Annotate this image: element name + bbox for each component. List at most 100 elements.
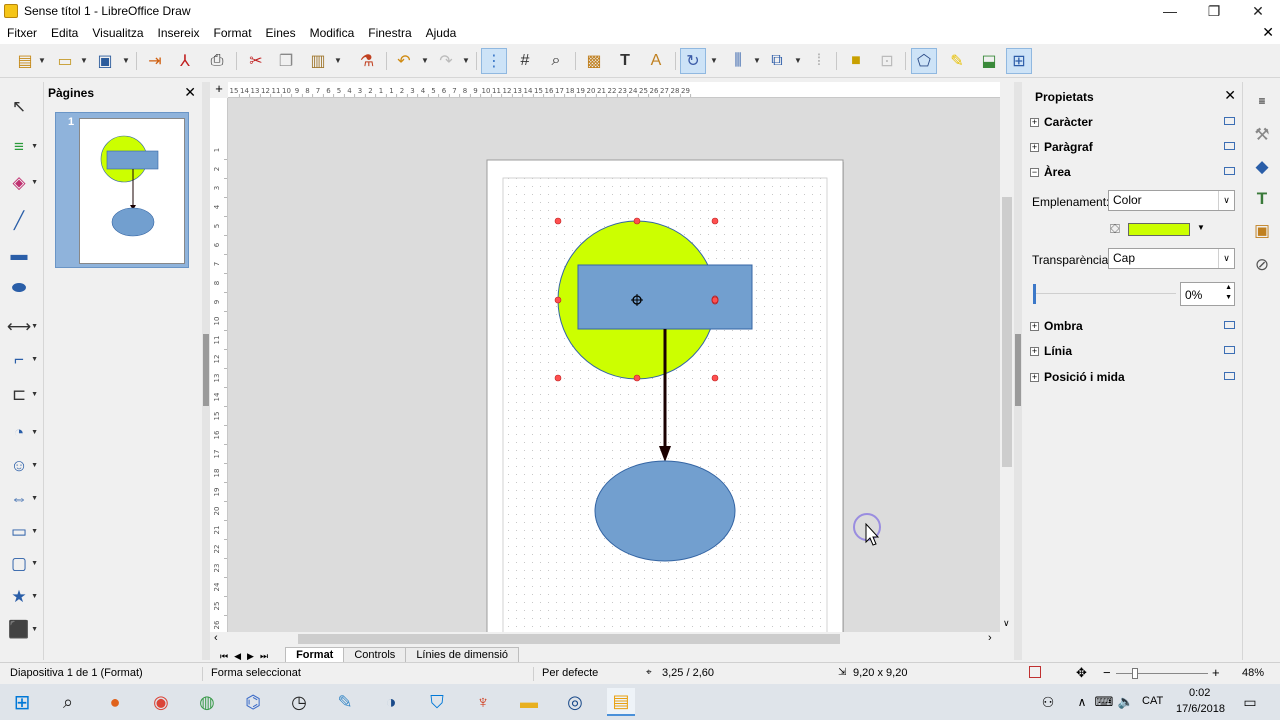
clone-formatting-icon[interactable]: ⚗	[354, 48, 380, 74]
shadow-icon[interactable]: ■	[843, 48, 869, 74]
navigator-deck-icon[interactable]: ⊘	[1249, 252, 1275, 278]
horizontal-scrollbar[interactable]: ‹ ›	[210, 632, 1014, 646]
line-color-icon[interactable]: ≡ ▼	[4, 134, 38, 160]
transparency-percent-field[interactable]: 0% ▲ ▼	[1180, 282, 1235, 306]
redo-icon[interactable]: ↷	[433, 48, 459, 74]
media-app-icon[interactable]: ◑	[377, 688, 405, 716]
rotate-icon[interactable]: ↻	[680, 48, 706, 74]
last-tab-icon[interactable]: ⏭	[260, 651, 268, 662]
section-character[interactable]: + Caràcter	[1030, 111, 1240, 133]
more-options-icon[interactable]	[1224, 117, 1235, 125]
file-explorer-icon[interactable]: ▬	[515, 688, 543, 716]
shapes-deck-icon[interactable]: ◆	[1249, 154, 1275, 180]
drawing-svg[interactable]	[228, 98, 1000, 632]
helplines-icon[interactable]: #	[512, 48, 538, 74]
chevron-down-icon[interactable]: ▼	[1197, 223, 1205, 232]
section-line[interactable]: + Línia	[1030, 340, 1240, 362]
zoom-icon[interactable]: ⌕	[543, 48, 569, 74]
align-icon[interactable]: ⫼	[725, 48, 751, 74]
minimize-button[interactable]: —	[1148, 0, 1192, 22]
style-status[interactable]: Per defecte	[542, 667, 598, 679]
drawing-canvas[interactable]	[228, 98, 1000, 632]
print-icon[interactable]: ⎙	[204, 48, 230, 74]
document-modified-icon[interactable]	[1029, 666, 1041, 678]
expand-icon[interactable]: +	[1030, 346, 1039, 356]
chevron-down-icon[interactable]: ▼	[122, 56, 130, 65]
ellipse-tool-icon[interactable]: ⬬	[4, 275, 34, 301]
fill-type-select[interactable]: Color ∨	[1108, 190, 1235, 211]
styles-deck-icon[interactable]: T	[1249, 186, 1275, 212]
cut-icon[interactable]: ✂	[243, 48, 269, 74]
section-position-size[interactable]: + Posició i mida	[1030, 366, 1240, 388]
ruler-corner[interactable]: +	[210, 82, 228, 98]
transparency-select[interactable]: Cap ∨	[1108, 248, 1235, 269]
symbol-shapes-icon[interactable]: ☺ ▼	[4, 453, 38, 479]
line-tool-icon[interactable]: ╱	[4, 208, 34, 234]
close-document-button[interactable]: ✕	[1262, 24, 1274, 41]
chrome-icon[interactable]: ◉	[147, 688, 175, 716]
menu-file[interactable]: Fitxer	[0, 26, 44, 40]
3d-objects-icon[interactable]: ⬛ ▼	[4, 617, 38, 643]
menu-insert[interactable]: Insereix	[151, 26, 207, 40]
glue-points-icon[interactable]: ✎	[944, 48, 970, 74]
more-options-icon[interactable]	[1224, 167, 1235, 175]
zoom-out-button[interactable]: −	[1103, 665, 1111, 680]
next-tab-icon[interactable]: ▶	[247, 651, 254, 662]
volume-icon[interactable]: 🔈	[1112, 688, 1140, 716]
callouts-icon[interactable]: ▢ ▼	[4, 551, 38, 577]
network-app-icon[interactable]: ⌬	[239, 688, 267, 716]
sidebar-menu-icon[interactable]: ≡	[1249, 88, 1275, 114]
zoom-level[interactable]: 48%	[1242, 667, 1264, 679]
open-folder-icon[interactable]: ▭	[52, 48, 78, 74]
expand-icon[interactable]: +	[1030, 117, 1039, 127]
zoom-slider-track[interactable]	[1116, 673, 1208, 674]
chevron-down-icon[interactable]: ▼	[794, 56, 802, 65]
connectors-icon[interactable]: ⊏ ▼	[4, 382, 38, 408]
save-icon[interactable]: ▣	[92, 48, 118, 74]
close-pages-pane-button[interactable]: ✕	[184, 84, 196, 101]
vertical-scroll-thumb[interactable]	[1002, 197, 1012, 467]
expand-icon[interactable]: +	[1030, 142, 1039, 152]
lines-arrows-icon[interactable]: ⟷ ▼	[4, 314, 38, 340]
properties-deck-icon[interactable]: ⚒	[1249, 122, 1275, 148]
clock-app-icon[interactable]: ◷	[285, 688, 313, 716]
zoom-in-button[interactable]: +	[1212, 665, 1220, 680]
clock-time[interactable]: 0:02	[1189, 687, 1210, 699]
sidebar-splitter[interactable]	[1014, 82, 1022, 660]
splitter-grip[interactable]	[203, 334, 209, 406]
expand-icon[interactable]: +	[1030, 372, 1039, 382]
paint-brush-app-icon[interactable]: ♆	[469, 688, 497, 716]
chevron-down-icon[interactable]: ▼	[710, 56, 718, 65]
stars-icon[interactable]: ★ ▼	[4, 584, 38, 610]
menu-modify[interactable]: Modifica	[303, 26, 362, 40]
scroll-down-icon[interactable]: ∨	[1003, 618, 1010, 629]
toggle-extrusion-icon[interactable]: ⬓	[976, 48, 1002, 74]
menu-help[interactable]: Ajuda	[419, 26, 464, 40]
distribute-icon[interactable]: ⁞	[806, 48, 832, 74]
arrange-icon[interactable]: ⧉	[764, 48, 790, 74]
fill-color-icon[interactable]: ◈ ▼	[4, 170, 38, 196]
fit-slide-icon[interactable]: ✥	[1076, 665, 1087, 681]
undo-icon[interactable]: ↶	[391, 48, 417, 74]
maximize-button[interactable]: ❐	[1192, 0, 1236, 22]
more-options-icon[interactable]	[1224, 372, 1235, 380]
tab-format[interactable]: Format	[285, 647, 345, 662]
clock-date[interactable]: 17/6/2018	[1176, 703, 1225, 715]
search-icon[interactable]: ⌕	[54, 688, 82, 716]
spin-down-icon[interactable]: ▼	[1225, 294, 1232, 301]
chevron-down-icon[interactable]: ▼	[462, 56, 470, 65]
green-app-icon[interactable]: ◍	[193, 688, 221, 716]
more-options-icon[interactable]	[1224, 142, 1235, 150]
points-icon[interactable]: ⬠	[911, 48, 937, 74]
obs-icon[interactable]: ◎	[561, 688, 589, 716]
first-tab-icon[interactable]: ⏮	[220, 651, 228, 662]
rectangle-tool-icon[interactable]: ▬	[4, 242, 34, 268]
pages-pane-splitter[interactable]	[202, 82, 210, 660]
transparency-slider-thumb[interactable]	[1033, 284, 1036, 304]
insert-image-icon[interactable]: ▩	[581, 48, 607, 74]
language-indicator[interactable]: CAT	[1142, 695, 1163, 707]
grid-icon[interactable]: ⋮	[481, 48, 507, 74]
collapse-icon[interactable]: −	[1030, 167, 1039, 177]
page-thumbnail[interactable]: 1	[55, 112, 189, 268]
chevron-down-icon[interactable]: ∨	[1218, 191, 1234, 210]
